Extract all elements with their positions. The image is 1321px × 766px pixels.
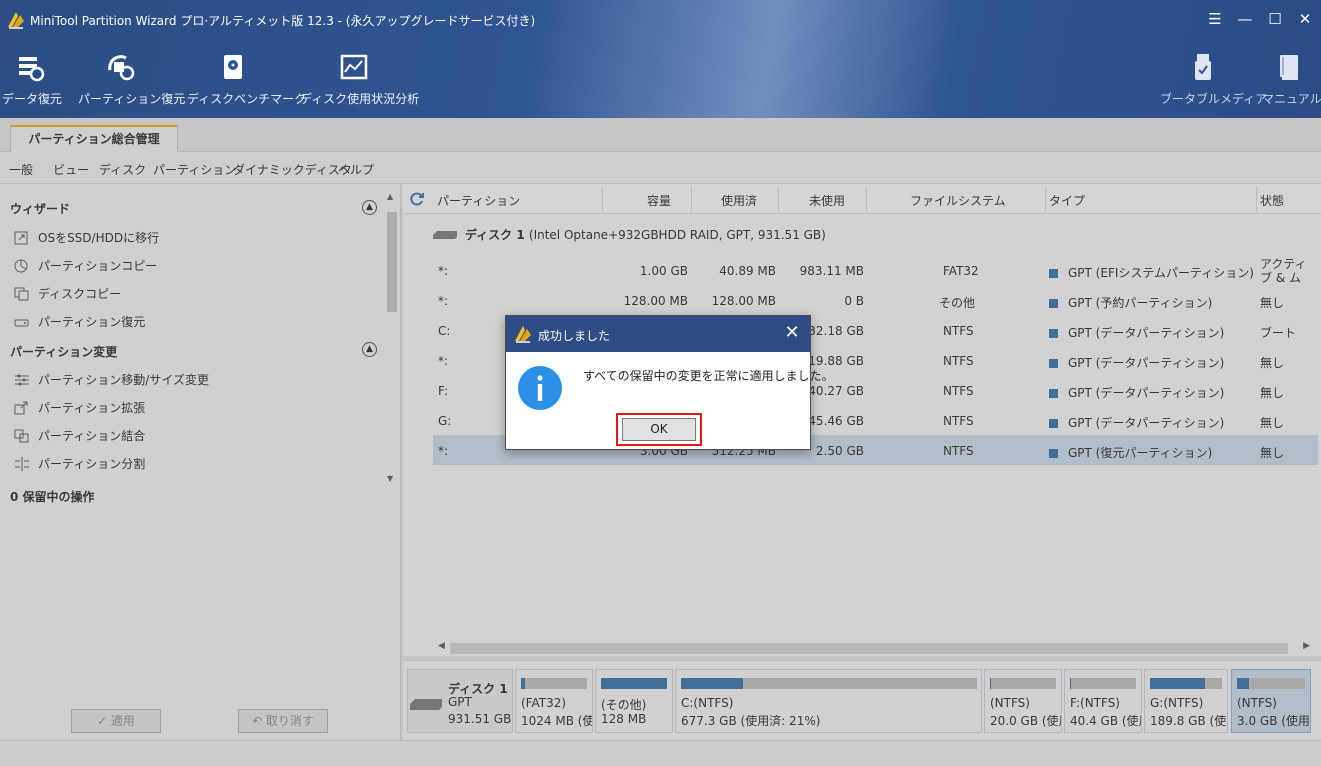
dialog-title-bar: 成功しました ✕ — [506, 316, 810, 352]
manual-label: マニュアル — [1262, 92, 1321, 106]
dialog-title: 成功しました — [538, 329, 611, 343]
dialog-message: すべての保留中の変更を正常に適用しました。 — [583, 369, 834, 383]
disk-benchmark-button[interactable]: ディスクベンチマーク — [187, 52, 307, 107]
maximize-button[interactable]: ☐ — [1267, 10, 1283, 28]
app-logo-icon — [8, 12, 24, 29]
success-dialog: 成功しました ✕ すべての保留中の変更を正常に適用しました。 OK — [505, 315, 834, 450]
disk-benchmark-icon — [224, 55, 242, 79]
dialog-close-button[interactable]: ✕ — [782, 323, 802, 343]
usb-drive-icon — [1195, 54, 1211, 80]
disk-usage-label: ディスク使用状況分析 — [300, 92, 420, 106]
minimize-button[interactable]: — — [1237, 10, 1253, 28]
disk-usage-icon — [340, 54, 368, 80]
app-logo-icon — [515, 326, 531, 343]
disk-benchmark-label: ディスクベンチマーク — [187, 92, 307, 106]
disk-usage-button[interactable]: ディスク使用状況分析 — [300, 52, 420, 107]
data-recovery-label: データ復元 — [2, 92, 63, 106]
partition-recovery-button[interactable]: パーティション復元 — [78, 52, 186, 107]
manual-book-icon — [1280, 55, 1298, 80]
ok-button[interactable]: OK — [622, 418, 696, 441]
data-recovery-icon — [19, 57, 45, 82]
title-toolbar-band: MiniTool Partition Wizard プロ·アルティメット版 12… — [0, 0, 1321, 118]
manual-button[interactable]: マニュアル — [1262, 52, 1321, 107]
bootable-media-label: ブータブルメディア — [1160, 92, 1268, 106]
window-title: MiniTool Partition Wizard プロ·アルティメット版 12… — [30, 14, 536, 28]
close-button[interactable]: ✕ — [1297, 10, 1313, 28]
partition-recovery-icon — [108, 55, 135, 81]
ok-button-highlight: OK — [616, 413, 702, 446]
title-bar: MiniTool Partition Wizard プロ·アルティメット版 12… — [0, 0, 1321, 40]
bootable-media-button[interactable]: ブータブルメディア — [1160, 52, 1268, 107]
hamburger-menu-icon[interactable]: ☰ — [1207, 10, 1223, 28]
partition-recovery-label: パーティション復元 — [78, 92, 186, 106]
info-icon — [518, 366, 562, 410]
data-recovery-button[interactable]: データ復元 — [2, 52, 63, 107]
